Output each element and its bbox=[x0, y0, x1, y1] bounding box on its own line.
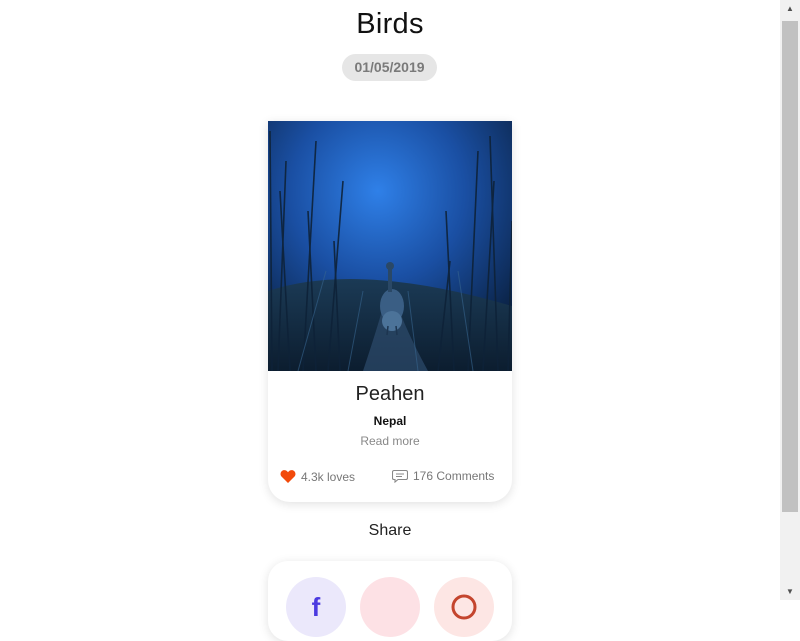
date-badge: 01/05/2019 bbox=[342, 54, 437, 81]
vertical-scrollbar[interactable]: ▲ ▼ bbox=[780, 0, 800, 600]
card-location: Nepal bbox=[373, 414, 407, 428]
share-label: Share bbox=[368, 522, 412, 539]
card-title: Peahen bbox=[355, 383, 425, 405]
twitter-share-button[interactable] bbox=[360, 577, 420, 637]
heart-icon bbox=[280, 470, 296, 483]
facebook-share-button[interactable]: f bbox=[286, 577, 346, 637]
pinterest-icon bbox=[451, 594, 477, 620]
read-more-link[interactable]: Read more bbox=[268, 434, 512, 448]
comments-count: 176 Comments bbox=[413, 469, 495, 483]
page-title: Birds bbox=[356, 8, 424, 40]
loves-stat[interactable]: 4.3k loves bbox=[280, 469, 355, 484]
loves-count: 4.3k loves bbox=[301, 469, 356, 484]
scroll-down-arrow[interactable]: ▼ bbox=[780, 583, 800, 600]
page: Birds 01/05/2019 Peahen Nepal Read more … bbox=[0, 0, 780, 641]
comments-stat[interactable]: 176 Comments bbox=[392, 469, 494, 483]
pinterest-share-button[interactable] bbox=[434, 577, 494, 637]
bird-card: Peahen Nepal Read more 4.3k loves 176 Co… bbox=[268, 121, 512, 502]
scroll-thumb[interactable] bbox=[782, 21, 798, 512]
facebook-icon: f bbox=[311, 592, 321, 622]
share-box: f bbox=[268, 561, 512, 641]
comment-icon bbox=[392, 469, 408, 483]
card-image bbox=[268, 121, 512, 371]
scroll-up-arrow[interactable]: ▲ bbox=[780, 0, 800, 17]
